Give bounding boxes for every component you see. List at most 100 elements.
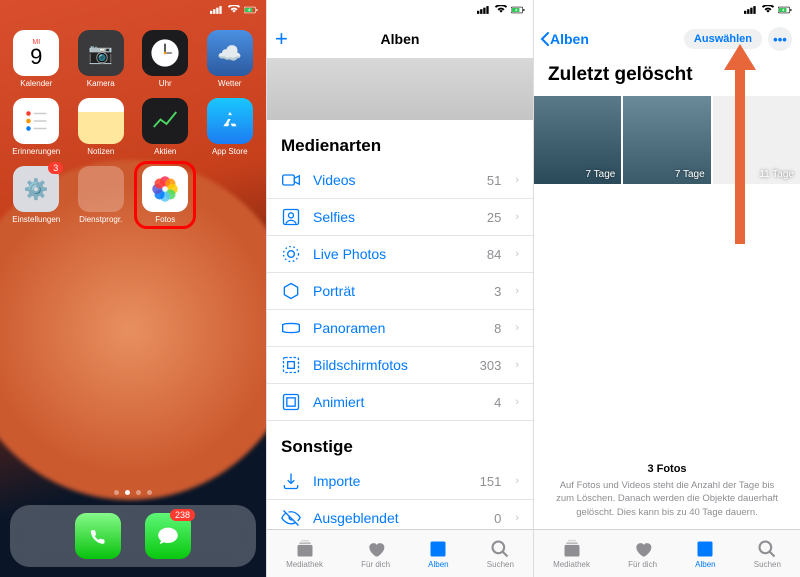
tab-mediathek[interactable]: Mediathek xyxy=(553,539,590,569)
more-button[interactable]: ••• xyxy=(768,27,792,51)
tab-alben[interactable]: Alben xyxy=(695,539,715,569)
app-einstellungen[interactable]: ⚙️3 Einstellungen xyxy=(5,166,67,224)
row-label: Porträt xyxy=(313,283,484,299)
row-animiert[interactable]: Animiert 4 › xyxy=(267,384,533,421)
animiert-icon xyxy=(281,392,303,412)
days-remaining: 11 Tage xyxy=(759,169,794,180)
app-dienstprogramme[interactable]: Dienstprogr. xyxy=(70,166,132,224)
chevron-right-icon: › xyxy=(515,174,519,186)
row-importe[interactable]: Importe 151 › xyxy=(267,463,533,500)
albums-screen: + Alben Medienarten Videos 51 › Selfies … xyxy=(266,0,533,577)
home-icon-grid: MI9 Kalender 📷 Kamera Uhr ☁️ Wetter Erin… xyxy=(0,20,266,224)
tab-label: Suchen xyxy=(754,560,781,569)
chevron-right-icon: › xyxy=(515,211,519,223)
row-count: 51 xyxy=(487,173,501,188)
row-label: Animiert xyxy=(313,394,484,410)
dock: 238 xyxy=(10,505,256,567)
app-notizen[interactable]: Notizen xyxy=(70,98,132,156)
select-button[interactable]: Auswählen xyxy=(684,29,762,49)
settings-badge: 3 xyxy=(48,162,63,174)
row-selfies[interactable]: Selfies 25 › xyxy=(267,199,533,236)
app-kamera[interactable]: 📷 Kamera xyxy=(70,30,132,88)
chevron-right-icon: › xyxy=(515,322,519,334)
row-count: 8 xyxy=(494,321,501,336)
chevron-right-icon: › xyxy=(515,285,519,297)
row-count: 3 xyxy=(494,284,501,299)
app-wetter[interactable]: ☁️ Wetter xyxy=(199,30,261,88)
app-uhr[interactable]: Uhr xyxy=(134,30,196,88)
row-livephotos[interactable]: Live Photos 84 › xyxy=(267,236,533,273)
tab-suchen[interactable]: Suchen xyxy=(754,539,781,569)
importe-icon xyxy=(281,471,303,491)
section-medienarten: Medienarten xyxy=(267,120,533,162)
deleted-photo[interactable]: 11 Tage xyxy=(713,96,800,184)
battery-icon xyxy=(244,5,258,15)
row-label: Ausgeblendet xyxy=(313,510,484,526)
row-videos[interactable]: Videos 51 › xyxy=(267,162,533,199)
tab-label: Für dich xyxy=(361,560,390,569)
chevron-right-icon: › xyxy=(515,475,519,487)
section-sonstige: Sonstige xyxy=(267,421,533,463)
home-screen: MI9 Kalender 📷 Kamera Uhr ☁️ Wetter Erin… xyxy=(0,0,266,577)
tab-bar: Mediathek Für dich Alben Suchen xyxy=(534,529,800,577)
row-label: Bildschirmfotos xyxy=(313,357,470,373)
status-bar xyxy=(267,0,533,20)
tab-alben[interactable]: Alben xyxy=(428,539,448,569)
row-count: 25 xyxy=(487,210,501,225)
tab-bar: Mediathek Für dich Alben Suchen xyxy=(267,529,533,577)
tab-label: Mediathek xyxy=(286,560,323,569)
row-count: 0 xyxy=(494,511,501,526)
app-aktien[interactable]: Aktien xyxy=(134,98,196,156)
page-title: Zuletzt gelöscht xyxy=(534,58,800,96)
tab-suchen[interactable]: Suchen xyxy=(487,539,514,569)
tab-fuerdich[interactable]: Für dich xyxy=(361,539,390,569)
bildschirmfotos-icon xyxy=(281,355,303,375)
tab-label: Mediathek xyxy=(553,560,590,569)
deleted-photo[interactable]: 7 Tage xyxy=(623,96,710,184)
add-button[interactable]: + xyxy=(275,26,288,52)
nav-header: + Alben xyxy=(267,20,533,58)
row-label: Importe xyxy=(313,473,470,489)
deleted-photo[interactable]: 7 Tage xyxy=(534,96,621,184)
row-bildschirmfotos[interactable]: Bildschirmfotos 303 › xyxy=(267,347,533,384)
videos-icon xyxy=(281,170,303,190)
days-remaining: 7 Tage xyxy=(585,169,615,180)
tab-label: Suchen xyxy=(487,560,514,569)
tab-mediathek[interactable]: Mediathek xyxy=(286,539,323,569)
tab-label: Für dich xyxy=(628,560,657,569)
back-button[interactable]: Alben xyxy=(540,31,589,47)
portraet-icon xyxy=(281,281,303,301)
livephotos-icon xyxy=(281,244,303,264)
row-count: 303 xyxy=(480,358,502,373)
status-bar xyxy=(534,0,800,20)
chevron-right-icon: › xyxy=(515,512,519,524)
tab-label: Alben xyxy=(428,560,448,569)
page-indicator xyxy=(114,490,152,495)
dock-messages[interactable]: 238 xyxy=(145,513,191,559)
nav-header: Alben Auswählen ••• xyxy=(534,20,800,58)
footer-info: 3 Fotos Auf Fotos und Videos steht die A… xyxy=(534,462,800,519)
chevron-right-icon: › xyxy=(515,396,519,408)
row-label: Videos xyxy=(313,172,477,188)
status-bar xyxy=(0,0,266,20)
tab-label: Alben xyxy=(695,560,715,569)
app-erinnerungen[interactable]: Erinnerungen xyxy=(5,98,67,156)
row-label: Panoramen xyxy=(313,320,484,336)
row-portraet[interactable]: Porträt 3 › xyxy=(267,273,533,310)
selfies-icon xyxy=(281,207,303,227)
row-count: 151 xyxy=(480,474,502,489)
deleted-screen: Alben Auswählen ••• Zuletzt gelöscht 7 T… xyxy=(533,0,800,577)
app-appstore[interactable]: App Store xyxy=(199,98,261,156)
panoramen-icon xyxy=(281,318,303,338)
album-thumbnail[interactable] xyxy=(267,58,533,120)
tab-fuerdich[interactable]: Für dich xyxy=(628,539,657,569)
row-panoramen[interactable]: Panoramen 8 › xyxy=(267,310,533,347)
app-fotos[interactable]: Fotos xyxy=(134,161,196,229)
chevron-right-icon: › xyxy=(515,248,519,260)
nav-title: Alben xyxy=(381,31,420,47)
chevron-right-icon: › xyxy=(515,359,519,371)
app-kalender[interactable]: MI9 Kalender xyxy=(5,30,67,88)
dock-phone[interactable] xyxy=(75,513,121,559)
days-remaining: 7 Tage xyxy=(675,169,705,180)
messages-badge: 238 xyxy=(170,509,195,521)
